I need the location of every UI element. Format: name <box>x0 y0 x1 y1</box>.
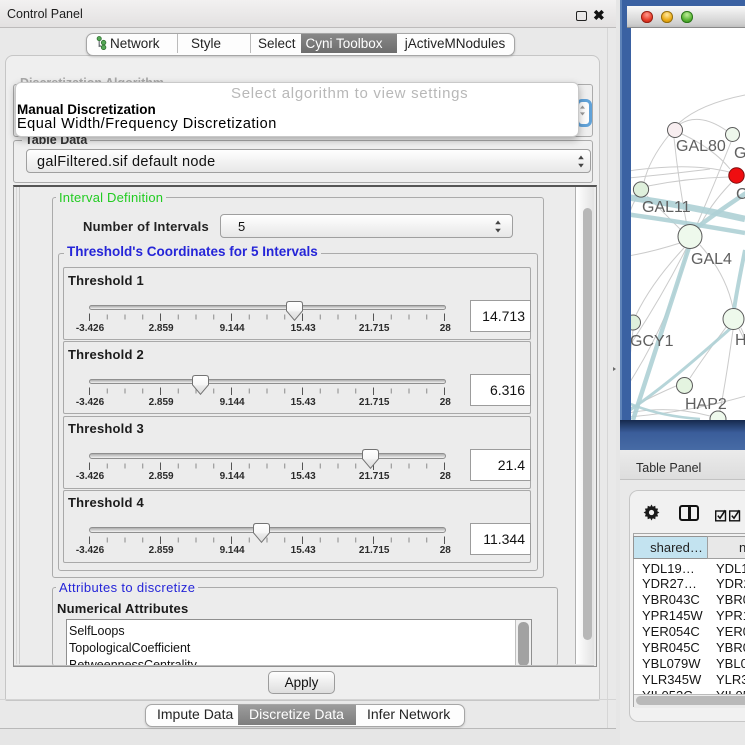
svg-text:GCY1: GCY1 <box>631 333 674 350</box>
svg-text:GAL11: GAL11 <box>642 199 691 216</box>
svg-text:GA: GA <box>734 145 745 162</box>
svg-text:GAL80: GAL80 <box>676 138 726 155</box>
svg-text:HAP2: HAP2 <box>685 396 727 413</box>
svg-text:HIS: HIS <box>735 332 745 349</box>
svg-text:CY: CY <box>736 186 745 203</box>
svg-text:GAL4: GAL4 <box>691 251 732 268</box>
